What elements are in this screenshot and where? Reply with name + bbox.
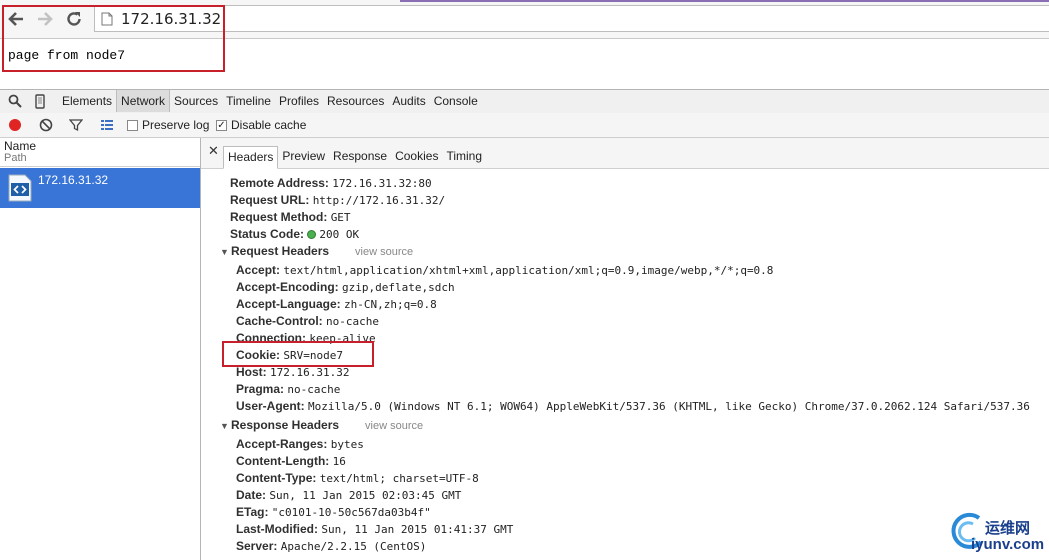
tab-resources[interactable]: Resources	[323, 90, 388, 112]
large-rows-button[interactable]	[99, 117, 115, 133]
tab-preview[interactable]: Preview	[278, 146, 329, 167]
tab-network[interactable]: Network	[116, 90, 171, 112]
clear-icon	[39, 118, 53, 132]
disable-cache-checkbox[interactable]: ✓ Disable cache	[216, 118, 306, 132]
request-header-line: Cache-Control: no-cache	[236, 314, 379, 328]
response-header-line: Server: Apache/2.2.15 (CentOS)	[236, 539, 427, 553]
tab-cookies[interactable]: Cookies	[391, 146, 442, 167]
view-source-link[interactable]: view source	[365, 420, 423, 432]
preserve-log-checkbox[interactable]: Preserve log	[127, 118, 209, 132]
inspect-button[interactable]	[7, 93, 23, 109]
watermark-logo: 运维网 iyunv.com	[945, 512, 1049, 558]
name-column-header[interactable]: Name Path	[0, 138, 200, 167]
request-name: 172.16.31.32	[38, 173, 109, 187]
detail-tabbar: ✕ Headers Preview Response Cookies Timin…	[201, 138, 1049, 169]
request-headers-section[interactable]: ▼ Request Headers view source	[220, 244, 413, 258]
network-toolbar: Preserve log ✓ Disable cache	[0, 113, 1049, 138]
view-source-link[interactable]: view source	[355, 246, 413, 258]
response-header-line: Content-Length: 16	[236, 454, 346, 468]
checkbox-unchecked[interactable]	[127, 119, 138, 131]
watermark-domain-text: iyunv.com	[971, 536, 1045, 553]
response-header-line: Accept-Ranges: bytes	[236, 437, 364, 451]
record-icon	[9, 119, 21, 131]
tab-sources[interactable]: Sources	[170, 90, 222, 112]
tab-headers[interactable]: Headers	[223, 146, 279, 169]
watermark-cn-text: 运维网	[985, 520, 1031, 537]
request-header-line: Pragma: no-cache	[236, 382, 341, 396]
header-line-status-code: Status Code: 200 OK	[230, 227, 360, 241]
tab-timeline[interactable]: Timeline	[222, 90, 275, 112]
tab-audits[interactable]: Audits	[388, 90, 429, 112]
devtools-tab-list: Elements Network Sources Timeline Profil…	[58, 90, 482, 113]
tab-profiles[interactable]: Profiles	[275, 90, 323, 112]
triangle-down-icon: ▼	[220, 421, 229, 431]
annotation-box-url	[2, 5, 225, 72]
html-document-icon	[8, 174, 32, 202]
column-name-label: Name	[4, 139, 37, 153]
request-header-line: Accept-Language: zh-CN,zh;q=0.8	[236, 297, 437, 311]
window-accent-line	[400, 0, 1049, 2]
devtools-tabbar: Elements Network Sources Timeline Profil…	[0, 89, 1049, 114]
device-mode-button[interactable]	[32, 93, 48, 109]
detail-tab-list: Headers Preview Response Cookies Timing	[223, 146, 486, 169]
annotation-box-cookie	[222, 341, 374, 367]
filter-icon	[69, 119, 83, 132]
mobile-device-icon	[35, 93, 45, 109]
clear-button[interactable]	[38, 117, 54, 133]
response-headers-section[interactable]: ▼ Response Headers view source	[220, 418, 423, 432]
request-row[interactable]: 172.16.31.32	[0, 168, 200, 208]
address-bar[interactable]: 172.16.31.32	[94, 5, 1049, 32]
request-header-line: User-Agent: Mozilla/5.0 (Windows NT 6.1;…	[236, 399, 1030, 413]
tab-timing[interactable]: Timing	[442, 146, 486, 167]
status-ok-icon	[307, 230, 317, 239]
request-header-line: Accept-Encoding: gzip,deflate,sdch	[236, 280, 455, 294]
tab-response[interactable]: Response	[329, 146, 391, 167]
list-view-icon	[101, 120, 113, 130]
disable-cache-label: Disable cache	[231, 118, 307, 132]
column-path-label: Path	[4, 152, 27, 164]
response-header-line: Last-Modified: Sun, 11 Jan 2015 01:41:37…	[236, 522, 514, 536]
tab-elements[interactable]: Elements	[58, 90, 116, 112]
request-header-line: Host: 172.16.31.32	[236, 365, 350, 379]
request-list: Name Path 172.16.31.32	[0, 138, 201, 560]
preserve-log-label: Preserve log	[142, 118, 210, 132]
triangle-down-icon: ▼	[220, 247, 229, 257]
response-header-line: Content-Type: text/html; charset=UTF-8	[236, 471, 479, 485]
filter-button[interactable]	[68, 117, 84, 133]
checkbox-checked[interactable]: ✓	[216, 119, 227, 131]
response-header-line: Date: Sun, 11 Jan 2015 02:03:45 GMT	[236, 488, 462, 502]
response-header-line: ETag: "c0101-10-50c567da03b4f"	[236, 505, 431, 519]
close-icon[interactable]: ✕	[208, 143, 219, 159]
magnifier-icon	[8, 94, 22, 108]
header-line-remote-address: Remote Address: 172.16.31.32:80	[230, 176, 432, 190]
record-button[interactable]	[7, 117, 23, 133]
header-line-request-method: Request Method: GET	[230, 210, 351, 224]
request-header-line: Accept: text/html,application/xhtml+xml,…	[236, 263, 774, 277]
tab-console[interactable]: Console	[430, 90, 482, 112]
header-line-request-url: Request URL: http://172.16.31.32/	[230, 193, 446, 207]
